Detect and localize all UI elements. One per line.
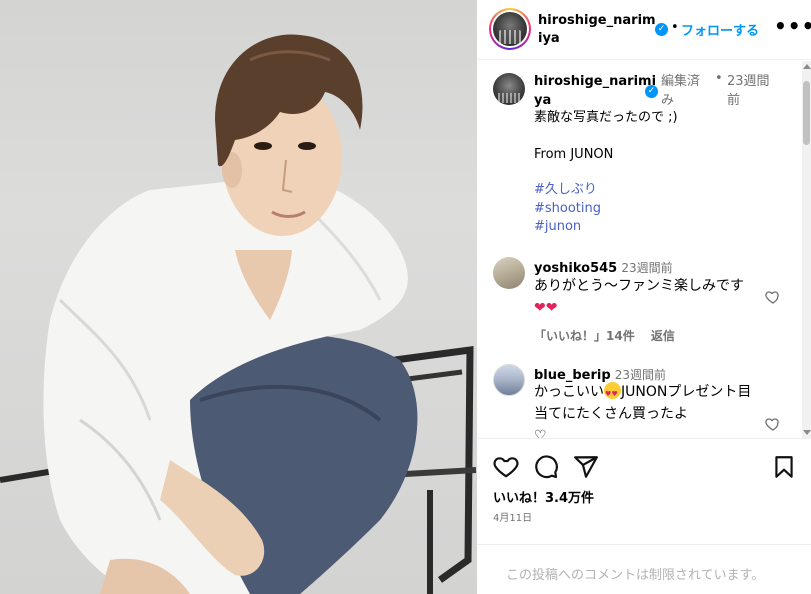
hashtag-link[interactable]: #junon [534,218,581,236]
verified-badge-icon: ✓ [655,23,668,36]
heart-eyes-emoji-icon [604,382,621,405]
post-side-panel: hiroshige_narimiya ✓ • フォローする ••• hirosh… [477,0,811,594]
caption-from: From JUNON [534,147,614,162]
share-paper-plane-icon[interactable] [573,454,599,480]
comments-restricted-notice: この投稿へのコメントは制限されています。 [477,544,811,594]
separator-dot: • [671,20,679,35]
save-bookmark-icon[interactable] [771,454,797,480]
commenter-avatar[interactable] [493,364,525,396]
hashtag-link[interactable]: #shooting [534,200,601,218]
comment-text: かっこいいJUNONプレゼント目当てにたくさん買ったよ ♡ [534,381,754,438]
comment-body-prefix: かっこいい [534,384,604,400]
author-username[interactable]: hiroshige_narimiya [538,12,656,48]
scroll-thumb[interactable] [803,81,810,145]
comment-like-heart-icon[interactable] [765,289,781,305]
verified-badge-icon: ✓ [645,85,658,98]
comments-scrollbar[interactable] [802,61,811,438]
comment-timestamp[interactable]: 23週間前 [615,368,666,382]
comment-text: ありがとう〜ファンミ楽しみです ❤❤ [534,275,754,319]
white-heart-emoji: ♡ [534,428,547,438]
comment-body: ありがとう〜ファンミ楽しみです [534,278,744,294]
post-actions: いいね！3.4万件 4月11日 [477,438,811,544]
separator-dot: • [715,71,723,86]
more-options-icon[interactable]: ••• [774,14,811,38]
comment-bubble-icon[interactable] [533,454,559,480]
reply-button[interactable]: 返信 [651,329,675,343]
comments-list[interactable]: hiroshige_narimiya ✓ 編集済み • 23週間前 素敵な写真だ… [477,61,811,438]
post-photo[interactable] [0,0,477,594]
caption-timestamp[interactable]: 23週間前 [727,72,777,110]
comment-meta: 「いいね！」14件 返信 [534,327,687,344]
likes-count[interactable]: いいね！3.4万件 [493,487,594,506]
caption-username[interactable]: hiroshige_narimiya [534,72,658,110]
caption-avatar[interactable] [493,73,525,105]
author-avatar[interactable] [489,8,531,50]
comment-likes-count[interactable]: 「いいね！」14件 [534,329,635,343]
commenter-avatar[interactable] [493,257,525,289]
comment-timestamp[interactable]: 23週間前 [621,261,672,275]
scroll-down-arrow-icon[interactable] [803,430,811,435]
scroll-up-arrow-icon[interactable] [803,64,811,69]
hashtag-link[interactable]: #久しぶり [534,181,597,199]
follow-button[interactable]: フォローする [681,20,759,39]
restricted-text: この投稿へのコメントは制限されています。 [506,568,765,583]
red-heart-emoji: ❤❤ [534,300,558,316]
post-header: hiroshige_narimiya ✓ • フォローする ••• [477,0,811,60]
post-date[interactable]: 4月11日 [493,509,532,524]
edited-label: 編集済み [661,74,701,108]
commenter-username[interactable]: yoshiko545 [534,261,617,276]
like-heart-icon[interactable] [493,454,519,480]
comment-like-heart-icon[interactable] [765,416,781,432]
portrait-illustration [0,34,477,594]
caption-text: 素敵な写真だったので ;) [534,110,678,125]
